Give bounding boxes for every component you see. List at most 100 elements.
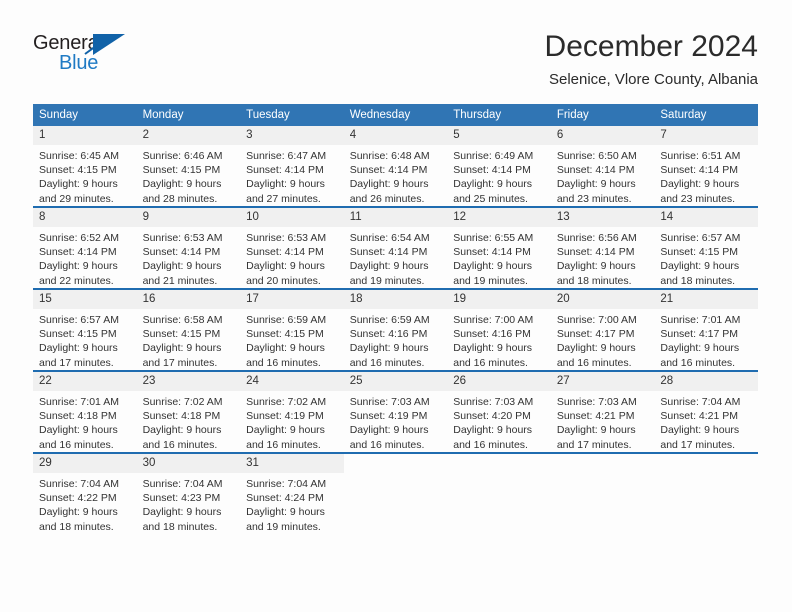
sunrise-time: Sunrise: 6:50 AM: [556, 150, 637, 162]
calendar-day-cell[interactable]: 1 Sunrise: 6:45 AM Sunset: 4:15 PM Daylight…: [33, 126, 137, 207]
sunset-time: Sunset: 4:14 PM: [349, 164, 428, 177]
sunset-time: Sunset: 4:17 PM: [556, 328, 635, 341]
daylight-duration-line1: Daylight: 9 hours: [39, 260, 118, 273]
calendar-day-cell[interactable]: 14 Sunrise: 6:57 AM Sunset: 4:15 PM Dayligh…: [654, 206, 758, 289]
calendar-day-cell[interactable]: 28 Sunrise: 7:04 AM Sunset: 4:21 PM Dayligh…: [654, 370, 758, 453]
calendar-day-cell[interactable]: 10 Sunrise: 6:53 AM Sunset: 4:14 PM Dayligh…: [240, 206, 344, 289]
calendar-day-cell[interactable]: 27 Sunrise: 7:03 AM Sunset: 4:21 PM Dayligh…: [550, 370, 655, 453]
sunset-time: Sunset: 4:24 PM: [246, 492, 324, 505]
calendar-day-cell[interactable]: 7 Sunrise: 6:51 AM Sunset: 4:14 PM Daylight…: [654, 126, 758, 207]
day-number: 19: [447, 290, 551, 309]
daylight-duration-line2: and 16 minutes.: [246, 438, 321, 451]
weekday-header-sunday: Sunday: [33, 104, 137, 126]
sunset-time: Sunset: 4:22 PM: [39, 492, 117, 505]
calendar-day-cell[interactable]: 21 Sunrise: 7:01 AM Sunset: 4:17 PM Dayligh…: [654, 288, 758, 371]
daylight-duration-line1: Daylight: 9 hours: [556, 260, 636, 273]
sunset-time: Sunset: 4:14 PM: [142, 246, 221, 259]
day-details: Sunrise: 6:56 AM Sunset: 4:14 PM Daylight:…: [551, 227, 655, 288]
daylight-duration-line1: Daylight: 9 hours: [556, 178, 636, 191]
daylight-duration-line1: Daylight: 9 hours: [246, 342, 325, 355]
day-details: Sunrise: 6:59 AM Sunset: 4:16 PM Daylight:…: [344, 309, 448, 370]
daylight-duration-line2: and 21 minutes.: [142, 274, 218, 287]
sunrise-time: Sunrise: 7:02 AM: [246, 396, 327, 408]
day-details: Sunrise: 6:54 AM Sunset: 4:14 PM Daylight:…: [344, 227, 448, 288]
calendar-day-cell[interactable]: 30 Sunrise: 7:04 AM Sunset: 4:23 PM Dayligh…: [136, 452, 241, 534]
daylight-duration-line1: Daylight: 9 hours: [142, 342, 222, 355]
daylight-duration-line2: and 19 minutes.: [246, 520, 321, 533]
daylight-duration-line2: and 17 minutes.: [142, 356, 218, 369]
day-details: Sunrise: 6:45 AM Sunset: 4:15 PM Daylight:…: [33, 145, 137, 206]
daylight-duration-line1: Daylight: 9 hours: [660, 260, 740, 273]
calendar-day-cell[interactable]: 15 Sunrise: 6:57 AM Sunset: 4:15 PM Dayligh…: [33, 288, 137, 371]
day-number: 28: [654, 372, 758, 391]
daylight-duration-line2: and 18 minutes.: [39, 520, 114, 533]
day-number: [551, 454, 655, 473]
day-number: 29: [33, 454, 137, 473]
calendar-day-cell[interactable]: 12 Sunrise: 6:55 AM Sunset: 4:14 PM Dayligh…: [447, 206, 551, 289]
calendar-day-cell[interactable]: 26 Sunrise: 7:03 AM Sunset: 4:20 PM Dayligh…: [447, 370, 551, 453]
calendar-day-cell[interactable]: 31 Sunrise: 7:04 AM Sunset: 4:24 PM Dayligh…: [240, 452, 344, 534]
general-blue-logo[interactable]: General Blue: [33, 32, 153, 84]
calendar-day-cell[interactable]: 22 Sunrise: 7:01 AM Sunset: 4:18 PM Dayligh…: [33, 370, 137, 453]
calendar-day-cell[interactable]: 19 Sunrise: 7:00 AM Sunset: 4:16 PM Dayligh…: [447, 288, 551, 371]
weekday-header-monday: Monday: [136, 104, 241, 126]
day-number: 25: [343, 372, 448, 391]
day-number: 15: [33, 290, 137, 309]
calendar-day-cell-empty: [343, 452, 448, 534]
day-details: Sunrise: 7:04 AM Sunset: 4:24 PM Daylight:…: [240, 473, 344, 534]
sunset-time: Sunset: 4:14 PM: [660, 164, 739, 177]
daylight-duration-line2: and 17 minutes.: [556, 438, 632, 451]
weekday-header-thursday: Thursday: [447, 104, 551, 126]
day-details: Sunrise: 7:01 AM Sunset: 4:17 PM Daylight:…: [654, 309, 758, 370]
calendar-day-cell[interactable]: 29 Sunrise: 7:04 AM Sunset: 4:22 PM Dayligh…: [33, 452, 137, 534]
daylight-duration-line2: and 18 minutes.: [660, 274, 736, 287]
calendar-day-cell[interactable]: 13 Sunrise: 6:56 AM Sunset: 4:14 PM Dayligh…: [550, 206, 655, 289]
calendar-day-cell[interactable]: 25 Sunrise: 7:03 AM Sunset: 4:19 PM Dayligh…: [343, 370, 448, 453]
calendar-week-row: 8 Sunrise: 6:52 AM Sunset: 4:14 PM Daylight…: [33, 206, 758, 289]
daylight-duration-line1: Daylight: 9 hours: [142, 506, 222, 519]
calendar-day-cell[interactable]: 6 Sunrise: 6:50 AM Sunset: 4:14 PM Daylight…: [550, 126, 655, 207]
calendar-day-cell[interactable]: 4 Sunrise: 6:48 AM Sunset: 4:14 PM Daylight…: [343, 126, 448, 207]
day-number: 10: [240, 208, 344, 227]
day-details: Sunrise: 6:58 AM Sunset: 4:15 PM Daylight:…: [137, 309, 241, 370]
sunrise-time: Sunrise: 7:03 AM: [556, 396, 637, 408]
calendar-day-cell[interactable]: 8 Sunrise: 6:52 AM Sunset: 4:14 PM Daylight…: [33, 206, 137, 289]
sunset-time: Sunset: 4:14 PM: [246, 164, 324, 177]
day-number: 30: [136, 454, 241, 473]
calendar-day-cell[interactable]: 23 Sunrise: 7:02 AM Sunset: 4:18 PM Dayligh…: [136, 370, 241, 453]
sunset-time: Sunset: 4:14 PM: [556, 246, 635, 259]
day-number: 23: [136, 372, 241, 391]
day-details: Sunrise: 6:55 AM Sunset: 4:14 PM Daylight:…: [447, 227, 551, 288]
daylight-duration-line1: Daylight: 9 hours: [142, 260, 222, 273]
daylight-duration-line2: and 28 minutes.: [142, 192, 218, 205]
day-details: Sunrise: 7:04 AM Sunset: 4:22 PM Daylight:…: [33, 473, 137, 534]
sunrise-time: Sunrise: 6:48 AM: [349, 150, 430, 162]
sunrise-time: Sunrise: 6:54 AM: [349, 232, 430, 244]
calendar-day-cell[interactable]: 9 Sunrise: 6:53 AM Sunset: 4:14 PM Daylight…: [136, 206, 241, 289]
daylight-duration-line1: Daylight: 9 hours: [39, 424, 118, 437]
day-number: [344, 454, 448, 473]
calendar-day-cell[interactable]: 3 Sunrise: 6:47 AM Sunset: 4:14 PM Daylight…: [240, 126, 344, 207]
calendar-day-cell[interactable]: 24 Sunrise: 7:02 AM Sunset: 4:19 PM Dayligh…: [240, 370, 344, 453]
calendar-day-cell[interactable]: 11 Sunrise: 6:54 AM Sunset: 4:14 PM Dayligh…: [343, 206, 448, 289]
day-details: Sunrise: 7:03 AM Sunset: 4:20 PM Daylight:…: [447, 391, 551, 452]
calendar-day-cell[interactable]: 17 Sunrise: 6:59 AM Sunset: 4:15 PM Dayligh…: [240, 288, 344, 371]
daylight-duration-line2: and 29 minutes.: [39, 192, 114, 205]
day-details: Sunrise: 7:01 AM Sunset: 4:18 PM Daylight:…: [33, 391, 137, 452]
sunrise-sunset-calendar-table: Sunday Monday Tuesday Wednesday Thursday…: [33, 104, 758, 534]
calendar-day-cell[interactable]: 18 Sunrise: 6:59 AM Sunset: 4:16 PM Dayligh…: [343, 288, 448, 371]
calendar-day-cell[interactable]: 2 Sunrise: 6:46 AM Sunset: 4:15 PM Daylight…: [136, 126, 241, 207]
sunrise-time: Sunrise: 6:58 AM: [142, 314, 223, 326]
day-number: 18: [343, 290, 448, 309]
calendar-day-cell[interactable]: 16 Sunrise: 6:58 AM Sunset: 4:15 PM Dayligh…: [136, 288, 241, 371]
daylight-duration-line2: and 16 minutes.: [660, 356, 736, 369]
daylight-duration-line2: and 25 minutes.: [453, 192, 528, 205]
location-subtitle: Selenice, Vlore County, Albania: [548, 71, 758, 88]
sunrise-time: Sunrise: 7:04 AM: [246, 478, 327, 490]
day-details: Sunrise: 7:03 AM Sunset: 4:21 PM Daylight:…: [551, 391, 655, 452]
calendar-day-cell[interactable]: 5 Sunrise: 6:49 AM Sunset: 4:14 PM Daylight…: [447, 126, 551, 207]
daylight-duration-line1: Daylight: 9 hours: [246, 260, 325, 273]
calendar-day-cell-empty: [550, 452, 655, 534]
calendar-day-cell[interactable]: 20 Sunrise: 7:00 AM Sunset: 4:17 PM Dayligh…: [550, 288, 655, 371]
calendar-body: 1 Sunrise: 6:45 AM Sunset: 4:15 PM Daylight…: [33, 126, 758, 534]
